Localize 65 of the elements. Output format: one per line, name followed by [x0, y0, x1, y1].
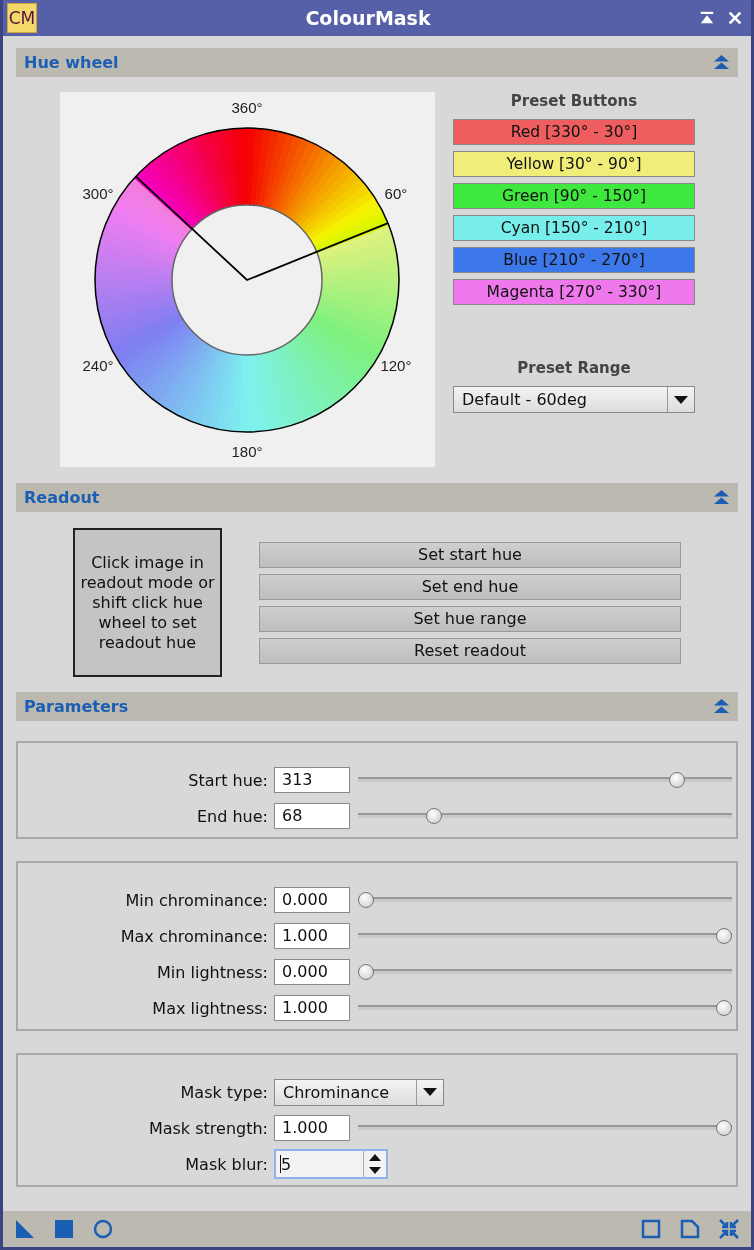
- slider-thumb[interactable]: [358, 964, 374, 980]
- value-field[interactable]: 68: [274, 803, 350, 829]
- preset-button[interactable]: Blue [210° - 270°]: [453, 247, 695, 273]
- value-field[interactable]: 1.000: [274, 995, 350, 1021]
- parameter-label: Min chrominance:: [124, 890, 268, 910]
- value-field[interactable]: 0.000: [274, 887, 350, 913]
- square-icon[interactable]: [54, 1219, 74, 1239]
- collapse-icon[interactable]: [713, 489, 730, 506]
- slider-thumb[interactable]: [716, 928, 732, 944]
- angle-label: 120°: [380, 357, 412, 374]
- dropdown-arrow-icon: [674, 394, 688, 405]
- preset-button[interactable]: Red [330° - 30°]: [453, 119, 695, 145]
- slider-thumb[interactable]: [426, 808, 442, 824]
- readout-hue-box[interactable]: Click image in readout mode or shift click hue wheel to set readout hue: [73, 528, 222, 677]
- preset-button[interactable]: Magenta [270° - 330°]: [453, 279, 695, 305]
- parameter-label: Mask type:: [179, 1082, 268, 1102]
- slider-thumb[interactable]: [358, 892, 374, 908]
- section-title: Parameters: [24, 697, 129, 716]
- readout-button[interactable]: Set hue range: [259, 605, 681, 632]
- parameter-label: Max chrominance:: [119, 926, 268, 946]
- parameter-label: Mask blur:: [184, 1154, 268, 1174]
- parameter-label: Mask strength:: [147, 1118, 268, 1138]
- readout-hint: Click image in readout mode or shift click hue wheel to set readout hue: [79, 552, 216, 653]
- collapse-icon[interactable]: [713, 54, 730, 71]
- angle-label: 300°: [82, 185, 114, 202]
- document-icon[interactable]: [680, 1219, 700, 1239]
- preset-range-dropdown[interactable]: Default - 60deg: [453, 386, 695, 413]
- parameter-label: Max lightness:: [151, 998, 268, 1018]
- preset-button[interactable]: Yellow [30° - 90°]: [453, 151, 695, 177]
- square-outline-icon[interactable]: [641, 1219, 661, 1239]
- value-field[interactable]: 313: [274, 767, 350, 793]
- preset-buttons-heading: Preset Buttons: [510, 92, 638, 110]
- parameter-label: End hue:: [196, 806, 268, 826]
- preset-range-heading: Preset Range: [517, 359, 631, 377]
- angle-label: 360°: [231, 99, 263, 116]
- angle-label: 180°: [231, 443, 263, 460]
- section-title: Hue wheel: [24, 53, 119, 72]
- value-field[interactable]: 1.000: [274, 923, 350, 949]
- collapse-arrows-icon[interactable]: [719, 1219, 739, 1239]
- value-field[interactable]: 0.000: [274, 959, 350, 985]
- value-field[interactable]: 1.000: [274, 1115, 350, 1141]
- angle-label: 240°: [82, 357, 114, 374]
- close-icon[interactable]: [727, 10, 743, 26]
- collapse-icon[interactable]: [713, 698, 730, 715]
- pin-to-top-icon[interactable]: [699, 10, 715, 26]
- triangle-icon[interactable]: [15, 1219, 35, 1239]
- spin-box[interactable]: 5: [274, 1149, 388, 1179]
- slider-thumb[interactable]: [716, 1000, 732, 1016]
- preset-button[interactable]: Cyan [150° - 210°]: [453, 215, 695, 241]
- slider-thumb[interactable]: [669, 772, 686, 788]
- window-title: ColourMask: [304, 7, 432, 29]
- circle-icon[interactable]: [93, 1219, 113, 1239]
- readout-button[interactable]: Set end hue: [259, 573, 681, 600]
- parameter-label: Min lightness:: [156, 962, 268, 982]
- dropdown-arrow-icon: [423, 1087, 437, 1097]
- readout-button[interactable]: Set start hue: [259, 541, 681, 568]
- app-icon: CM: [7, 3, 37, 33]
- preset-button[interactable]: Green [90° - 150°]: [453, 183, 695, 209]
- readout-button[interactable]: Reset readout: [259, 637, 681, 664]
- hue-wheel-panel[interactable]: 360° 60° 120° 180° 240° 300°: [60, 92, 435, 467]
- parameter-label: Start hue:: [187, 770, 268, 790]
- slider-thumb[interactable]: [716, 1120, 732, 1136]
- angle-label: 60°: [384, 185, 408, 202]
- mask-type-dropdown[interactable]: Chrominance: [274, 1078, 444, 1106]
- section-title: Readout: [24, 488, 100, 507]
